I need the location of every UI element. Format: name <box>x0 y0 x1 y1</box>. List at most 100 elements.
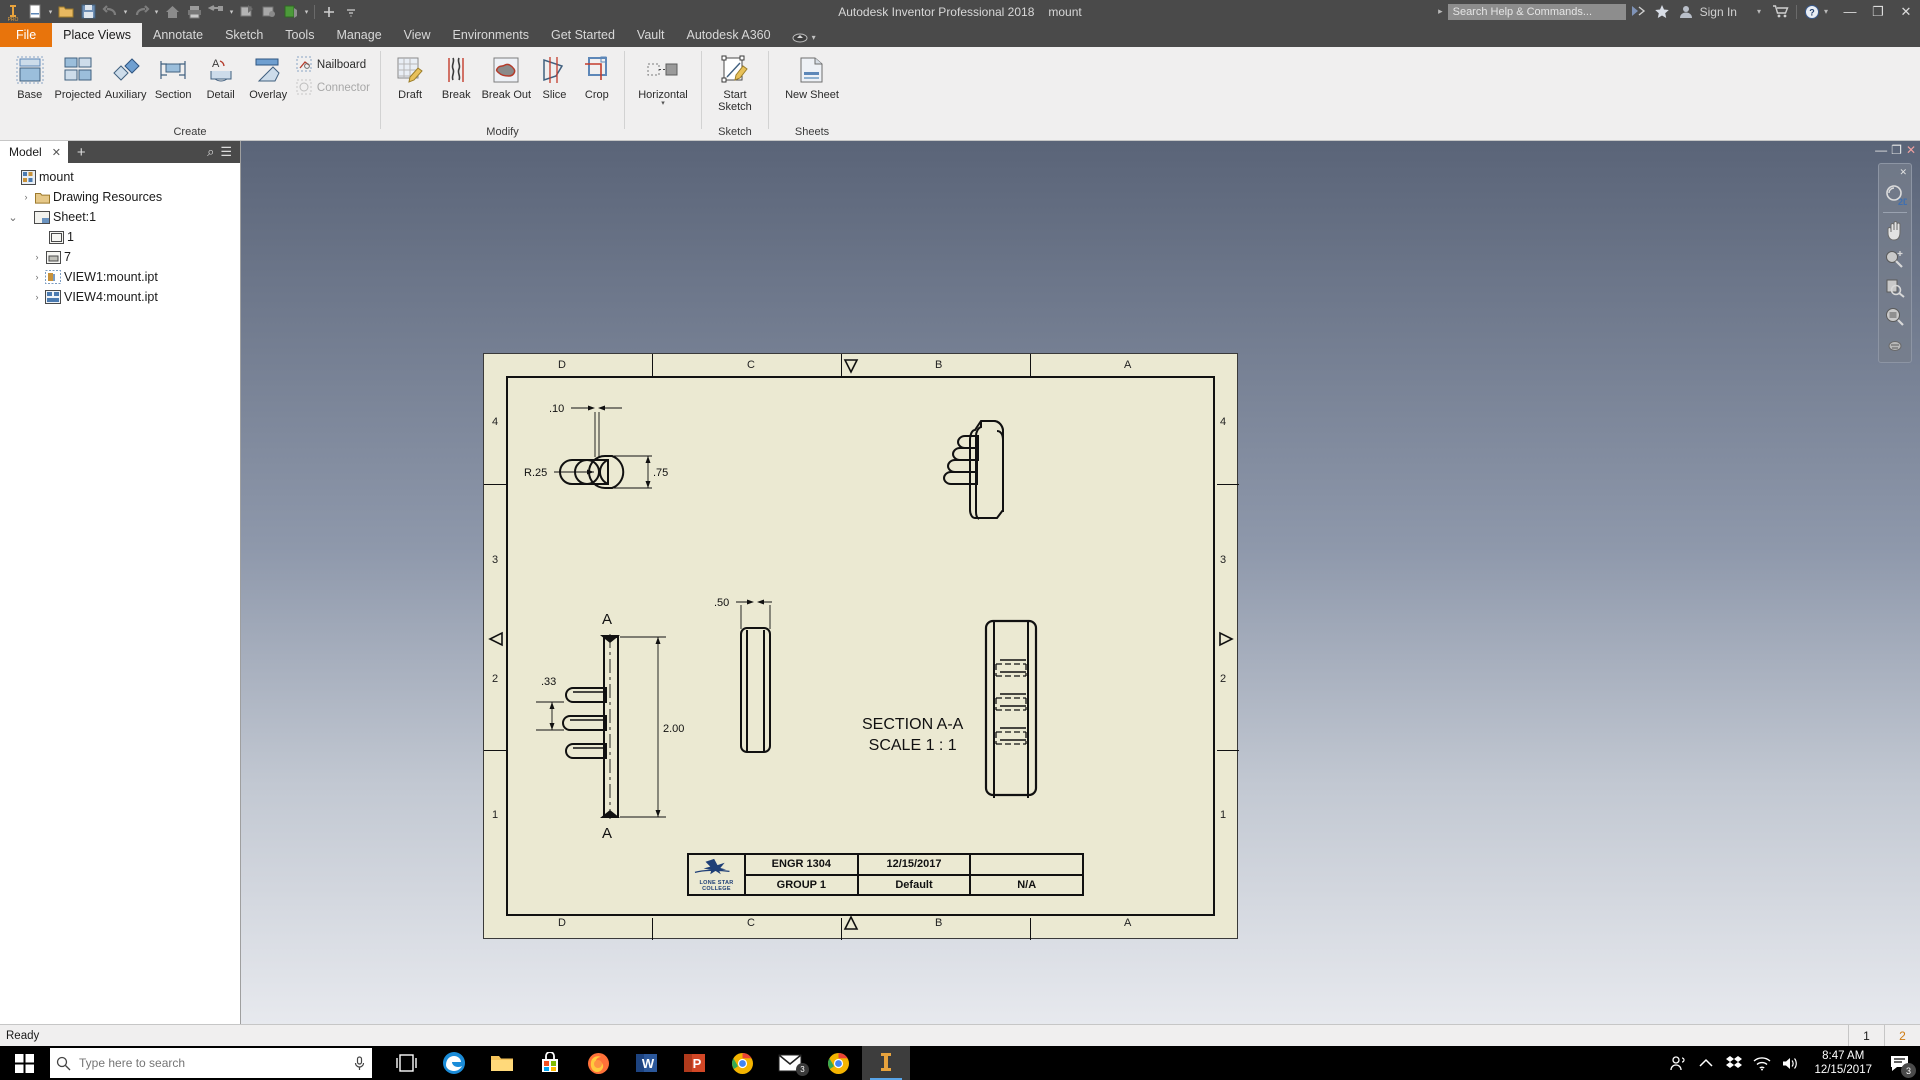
sign-in-button[interactable]: Sign In <box>1698 5 1741 19</box>
break-out-button[interactable]: Break Out <box>479 51 533 103</box>
star-icon[interactable] <box>1650 0 1674 23</box>
title-block[interactable]: LONE STAR COLLEGE ENGR 1304 12/15/2017 G… <box>687 853 1084 896</box>
minimize-button[interactable]: — <box>1836 0 1864 23</box>
tree-item-titleblock-7[interactable]: › 7 <box>3 247 240 267</box>
crop-button[interactable]: Crop <box>576 51 618 103</box>
horizontal-align-button[interactable]: Horizontal ▾ <box>631 51 695 109</box>
undo-icon[interactable] <box>99 1 121 22</box>
tree-item-view4[interactable]: › VIEW4:mount.ipt <box>3 287 240 307</box>
zoom-all-icon[interactable] <box>1882 305 1908 329</box>
tab-place-views[interactable]: Place Views <box>52 23 143 47</box>
tree-item-border-1[interactable]: 1 <box>3 227 240 247</box>
return-dropdown-icon[interactable]: ▾ <box>227 8 236 16</box>
customize-icon[interactable] <box>318 1 340 22</box>
tab-tools[interactable]: Tools <box>274 23 325 47</box>
drawing-canvas[interactable]: — ❐ ✕ ✕ 2D D C B A D C B A 4 3 2 1 4 3 2… <box>241 141 1920 1024</box>
share-icon[interactable] <box>1626 0 1650 23</box>
tab-vault[interactable]: Vault <box>626 23 676 47</box>
restore-button[interactable]: ❐ <box>1864 0 1892 23</box>
tree-twisty[interactable]: ⌄ <box>6 211 20 224</box>
projected-view-button[interactable]: Projected <box>53 51 101 103</box>
isometric-view-drawing[interactable] <box>929 404 1049 534</box>
view-cube-2d-icon[interactable]: 2D <box>1882 183 1908 207</box>
qat-dropdown-icon[interactable] <box>340 1 362 22</box>
powerpoint-icon[interactable]: P <box>670 1046 718 1080</box>
return-icon[interactable] <box>205 1 227 22</box>
auxiliary-view-button[interactable]: Auxiliary <box>102 51 149 103</box>
section-view-drawing[interactable]: .50 <box>714 594 914 794</box>
mail-icon[interactable]: 3 <box>766 1046 814 1080</box>
material-icon[interactable] <box>258 1 280 22</box>
search-expand-caret-icon[interactable]: ▸ <box>1438 6 1443 17</box>
tab-file[interactable]: File <box>0 23 53 47</box>
tree-item-drawing-resources[interactable]: › Drawing Resources <box>3 187 240 207</box>
help-icon[interactable]: ? <box>1800 0 1824 23</box>
close-button[interactable]: ✕ <box>1892 0 1920 23</box>
bottom-right-view-drawing[interactable] <box>964 612 1084 812</box>
navigation-bar[interactable]: ✕ 2D <box>1878 163 1912 363</box>
hamburger-menu-icon[interactable]: ☰ <box>220 144 232 160</box>
new-sheet-button[interactable]: New Sheet <box>777 51 847 103</box>
tab-view[interactable]: View <box>393 23 442 47</box>
action-center-icon[interactable]: 3 <box>1882 1046 1916 1080</box>
dropbox-icon[interactable] <box>1720 1046 1748 1080</box>
windows-taskbar[interactable]: W P 3 <box>0 1046 1920 1080</box>
inventor-taskbar-icon[interactable] <box>862 1046 910 1080</box>
tab-sketch[interactable]: Sketch <box>214 23 274 47</box>
tree-twisty[interactable]: › <box>30 252 44 262</box>
zoom-plus-icon[interactable] <box>1882 247 1908 271</box>
volume-icon[interactable] <box>1776 1046 1804 1080</box>
redo-dropdown-icon[interactable]: ▾ <box>152 8 161 16</box>
overlay-view-button[interactable]: Overlay <box>244 51 291 103</box>
horizontal-align-caret-icon[interactable]: ▾ <box>661 100 665 107</box>
tree-item-sheet-1[interactable]: ⌄ Sheet:1 <box>3 207 240 227</box>
wifi-icon[interactable] <box>1748 1046 1776 1080</box>
cart-icon[interactable] <box>1769 0 1793 23</box>
word-icon[interactable]: W <box>622 1046 670 1080</box>
clock[interactable]: 8:47 AM 12/15/2017 <box>1804 1046 1882 1080</box>
a360-caret-icon[interactable]: ▾ <box>812 33 816 42</box>
base-view-button[interactable]: Base <box>6 51 53 103</box>
tab-autodesk-a360[interactable]: Autodesk A360 <box>675 23 781 47</box>
tab-annotate[interactable]: Annotate <box>142 23 214 47</box>
doc-close-button[interactable]: ✕ <box>1906 143 1916 157</box>
taskbar-apps[interactable]: W P 3 <box>382 1046 910 1080</box>
zoom-window-icon[interactable] <box>1882 276 1908 300</box>
add-tab-icon[interactable]: + <box>68 144 95 161</box>
a360-status-control[interactable]: ▾ <box>782 27 826 47</box>
break-button[interactable]: Break <box>433 51 479 103</box>
slice-button[interactable]: Slice <box>533 51 575 103</box>
show-hidden-icons-icon[interactable] <box>1692 1046 1720 1080</box>
open-file-icon[interactable] <box>55 1 77 22</box>
ribbon-tab-bar[interactable]: File Place Views Annotate Sketch Tools M… <box>0 23 1920 47</box>
quick-access-toolbar[interactable]: PRO ▾ ▾ ▾ ▾ ▾ <box>0 0 362 23</box>
save-icon[interactable] <box>77 1 99 22</box>
taskbar-search-input[interactable] <box>79 1056 345 1070</box>
file-explorer-icon[interactable] <box>478 1046 526 1080</box>
task-view-icon[interactable] <box>382 1046 430 1080</box>
search-icon[interactable]: ⌕ <box>207 144 214 160</box>
search-input[interactable] <box>1447 3 1626 20</box>
help-caret-icon[interactable]: ▾ <box>1824 7 1836 16</box>
firefox-icon[interactable] <box>574 1046 622 1080</box>
drawing-sheet[interactable]: D C B A D C B A 4 3 2 1 4 3 2 1 R.25 .10… <box>483 353 1239 940</box>
close-icon[interactable]: ✕ <box>52 146 61 159</box>
detail-view-button[interactable]: A Detail <box>197 51 244 103</box>
chrome-icon-2[interactable] <box>814 1046 862 1080</box>
sign-in-caret-icon[interactable]: ▾ <box>1741 7 1769 16</box>
status-cell-1[interactable]: 1 <box>1848 1024 1884 1047</box>
people-icon[interactable] <box>1664 1046 1692 1080</box>
pan-hand-icon[interactable] <box>1882 218 1908 242</box>
start-windows-icon[interactable] <box>0 1046 48 1080</box>
doc-restore-button[interactable]: ❐ <box>1891 143 1902 157</box>
undo-dropdown-icon[interactable]: ▾ <box>121 8 130 16</box>
redo-icon[interactable] <box>130 1 152 22</box>
start-sketch-button[interactable]: Start Sketch <box>708 51 762 115</box>
appearance-dropdown-icon[interactable]: ▾ <box>302 8 311 16</box>
appearance-icon[interactable] <box>280 1 302 22</box>
tab-manage[interactable]: Manage <box>325 23 392 47</box>
section-view-button[interactable]: Section <box>149 51 196 103</box>
update-icon[interactable] <box>236 1 258 22</box>
tab-get-started[interactable]: Get Started <box>540 23 626 47</box>
tree-twisty[interactable]: › <box>30 272 44 282</box>
